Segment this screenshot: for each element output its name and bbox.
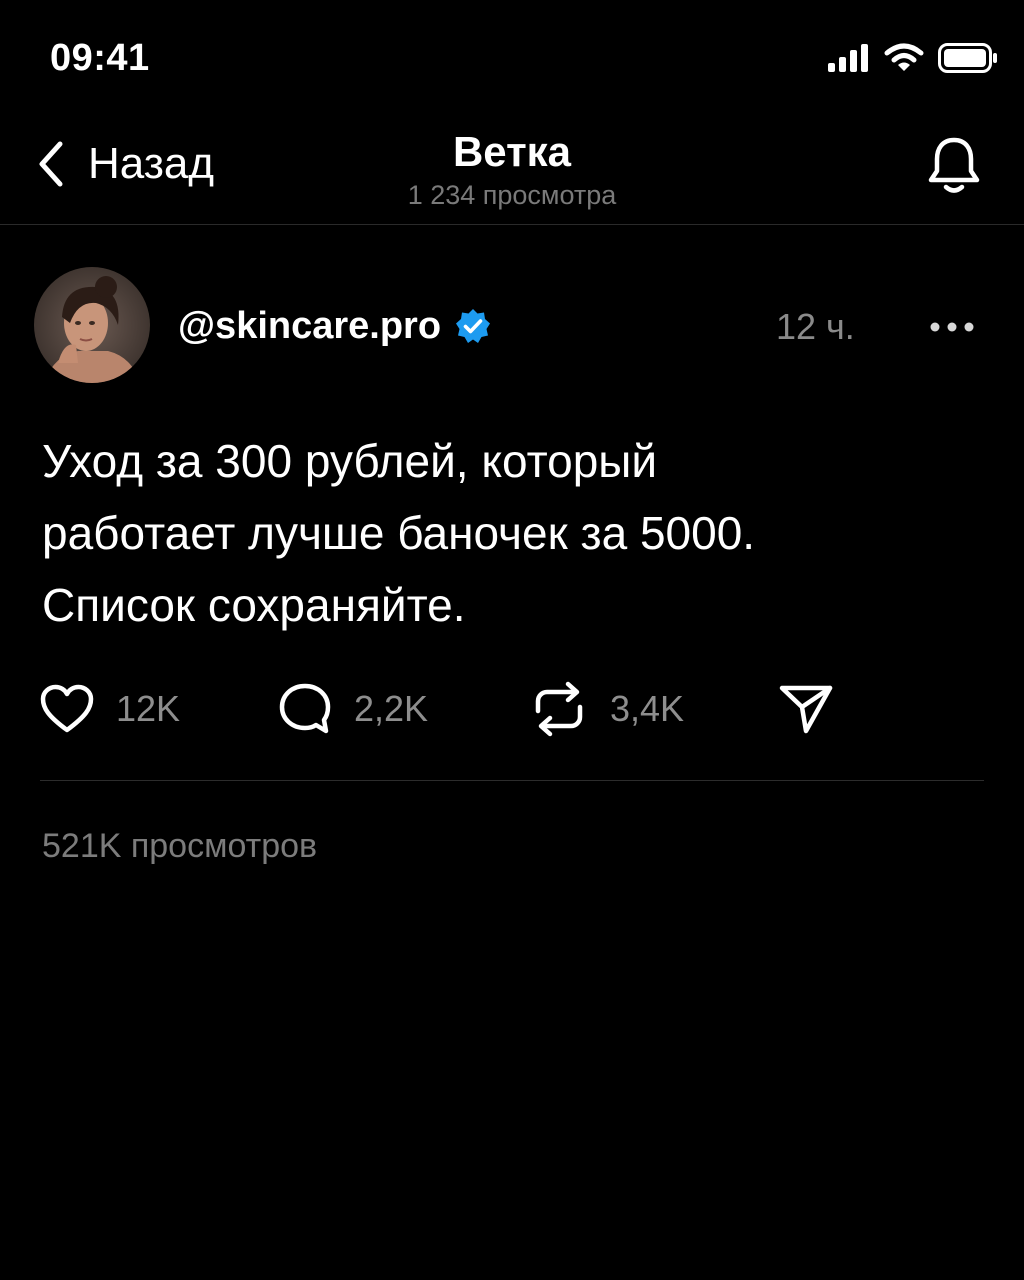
status-time: 09:41 [50,37,150,79]
comment-count: 2,2K [354,688,429,729]
page-title: Ветка [452,128,572,175]
heart-icon [40,684,94,733]
divider [40,780,984,781]
username: @skincare.pro [178,305,442,347]
repost-count: 3,4K [610,688,685,729]
send-icon [779,685,833,734]
views-count: 521K просмотров [42,827,318,865]
comment-icon [279,683,331,734]
battery-icon [938,43,997,73]
verified-badge-icon [456,309,491,343]
post-actions: 12K 2,2K 3,4K [40,679,984,739]
repost-icon [535,681,583,737]
post-timestamp: 12 ч. [776,306,855,347]
author[interactable]: @skincare.pro [178,303,491,349]
bell-icon [928,137,980,193]
avatar-image [34,267,150,383]
post-text: Уход за 300 рублей, который работает луч… [42,435,756,631]
back-label: Назад [88,139,215,188]
cellular-signal-icon [828,44,868,72]
wifi-icon [884,43,924,71]
more-options-button[interactable] [922,307,982,347]
back-button[interactable]: Назад [36,138,214,190]
avatar[interactable] [34,267,150,383]
chevron-left-icon [39,141,63,187]
nav-bar: Назад Ветка 1 234 просмотра [0,110,1024,225]
more-horizontal-icon [930,322,974,332]
like-button[interactable]: 12K [40,679,180,739]
comment-button[interactable]: 2,2K [278,679,428,739]
status-bar: 09:41 [0,0,1024,110]
nav-title-group: Ветка 1 234 просмотра [312,128,712,212]
repost-button[interactable]: 3,4K [530,679,684,739]
notifications-button[interactable] [924,136,984,196]
share-button[interactable] [778,679,834,739]
like-count: 12K [116,688,181,729]
page-subtitle: 1 234 просмотра [407,180,617,210]
status-icons [828,40,998,76]
